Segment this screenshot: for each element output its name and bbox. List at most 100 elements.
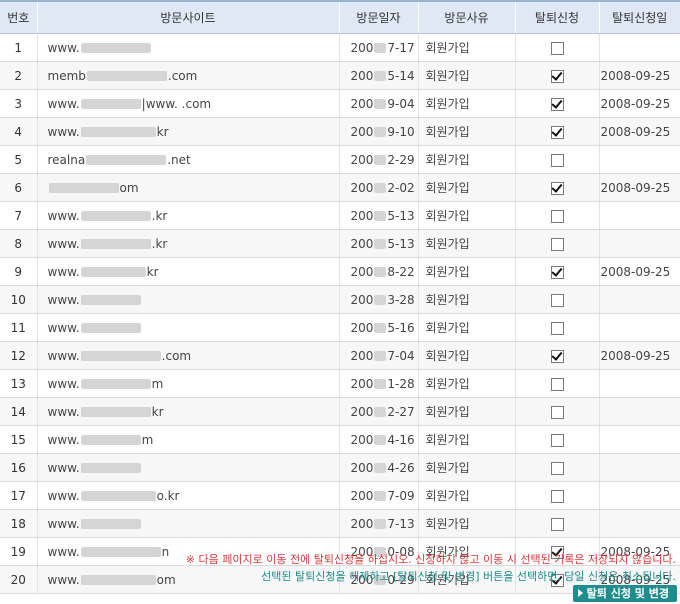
redacted-block <box>86 71 167 81</box>
row-number: 15 <box>0 425 37 454</box>
withdraw-checkbox-cell <box>514 341 599 370</box>
site-cell: www. .kr <box>36 229 339 258</box>
site-prefix: realna <box>47 152 86 167</box>
row-number: 13 <box>0 369 37 398</box>
visit-reason: 회원가입 <box>417 145 515 174</box>
withdraw-checkbox[interactable] <box>550 265 564 279</box>
redacted-block <box>80 491 156 501</box>
withdraw-date <box>598 229 680 258</box>
withdraw-date <box>598 425 680 454</box>
date-suffix: 5-14 <box>387 68 415 83</box>
withdraw-checkbox-cell <box>514 313 599 342</box>
notice-info: 선택된 탈퇴신청을 해제하고 [탈퇴신청 및 변경] 버튼을 선택하면, 당일 … <box>261 570 676 583</box>
visit-history-table: 번호 방문사이트 방문일자 방문사유 탈퇴신청 탈퇴신청일 1 www. 200 7-… <box>0 0 680 594</box>
site-cell: www. kr <box>36 117 339 146</box>
withdraw-checkbox[interactable] <box>550 489 564 503</box>
withdraw-checkbox[interactable] <box>550 125 564 139</box>
withdraw-checkbox-cell <box>514 229 599 258</box>
site-cell: www. kr <box>36 397 339 426</box>
redacted-block <box>80 295 141 305</box>
date-suffix: 1-28 <box>387 376 415 391</box>
site-suffix: .com <box>167 68 198 83</box>
withdraw-checkbox[interactable] <box>550 321 564 335</box>
table-row: 3 www. |www. .com 200 9-04 회원가입 2008-09-25 <box>0 89 680 118</box>
withdraw-checkbox[interactable] <box>550 405 564 419</box>
visit-reason: 회원가입 <box>417 61 515 90</box>
visit-reason: 회원가입 <box>417 341 515 370</box>
visit-date-cell: 200 7-04 <box>338 341 418 370</box>
site-suffix: .com <box>161 348 192 363</box>
withdraw-checkbox[interactable] <box>550 209 564 223</box>
visit-date-cell: 200 2-29 <box>338 145 418 174</box>
redacted-block <box>80 463 141 473</box>
withdraw-submit-button[interactable]: 탈퇴 신청 및 변경 <box>572 585 677 602</box>
date-suffix: 7-09 <box>387 488 415 503</box>
site-suffix: kr <box>146 264 159 279</box>
table-row: 17 www. o.kr 200 7-09 회원가입 <box>0 481 680 510</box>
site-cell: www. <box>36 313 339 342</box>
date-suffix: 5-16 <box>387 320 415 335</box>
date-prefix: 200 <box>350 180 374 195</box>
redacted-block <box>374 239 387 249</box>
visit-reason: 회원가입 <box>417 425 515 454</box>
site-prefix: www. <box>47 292 80 307</box>
withdraw-checkbox[interactable] <box>550 237 564 251</box>
withdraw-checkbox[interactable] <box>550 377 564 391</box>
withdraw-checkbox[interactable] <box>550 153 564 167</box>
withdraw-checkbox[interactable] <box>550 97 564 111</box>
col-header-reason: 방문사유 <box>417 0 515 34</box>
visit-reason: 회원가입 <box>417 285 515 314</box>
redacted-block <box>80 351 161 361</box>
withdraw-checkbox[interactable] <box>550 181 564 195</box>
redacted-block <box>374 519 387 529</box>
redacted-block <box>374 71 387 81</box>
withdraw-checkbox[interactable] <box>550 433 564 447</box>
withdraw-checkbox[interactable] <box>550 517 564 531</box>
visit-reason: 회원가입 <box>417 201 515 230</box>
withdraw-date <box>598 369 680 398</box>
row-number: 5 <box>0 145 37 174</box>
table-row: 10 www. 200 3-28 회원가입 <box>0 285 680 314</box>
withdraw-checkbox-cell <box>514 453 599 482</box>
withdraw-date <box>598 33 680 62</box>
site-prefix: www. <box>47 404 80 419</box>
visit-date-cell: 200 5-13 <box>338 229 418 258</box>
site-suffix: kr <box>156 124 169 139</box>
table-row: 5 realna .net 200 2-29 회원가입 <box>0 145 680 174</box>
visit-date-cell: 200 3-28 <box>338 285 418 314</box>
withdraw-date <box>598 397 680 426</box>
withdraw-submit-label: 탈퇴 신청 및 변경 <box>586 587 669 600</box>
redacted-block <box>80 323 141 333</box>
withdraw-checkbox[interactable] <box>550 293 564 307</box>
site-prefix: www. <box>47 544 80 559</box>
visit-reason: 회원가입 <box>417 481 515 510</box>
site-suffix: m <box>141 432 154 447</box>
redacted-block <box>80 211 151 221</box>
withdraw-checkbox-cell <box>514 173 599 202</box>
row-number: 18 <box>0 509 37 538</box>
visit-date-cell: 200 2-27 <box>338 397 418 426</box>
withdraw-date: 2008-09-25 <box>598 61 680 90</box>
withdraw-checkbox[interactable] <box>550 41 564 55</box>
withdraw-date <box>598 313 680 342</box>
date-prefix: 200 <box>350 460 374 475</box>
date-suffix: 8-22 <box>387 264 415 279</box>
table-row: 13 www. m 200 1-28 회원가입 <box>0 369 680 398</box>
date-prefix: 200 <box>350 152 374 167</box>
withdraw-checkbox[interactable] <box>550 69 564 83</box>
site-cell: www. m <box>36 425 339 454</box>
withdraw-checkbox[interactable] <box>550 461 564 475</box>
visit-reason: 회원가입 <box>417 397 515 426</box>
redacted-block <box>86 155 167 165</box>
redacted-block <box>80 99 141 109</box>
visit-date-cell: 200 5-13 <box>338 201 418 230</box>
visit-reason: 회원가입 <box>417 313 515 342</box>
row-number: 16 <box>0 453 37 482</box>
withdraw-checkbox-cell <box>514 425 599 454</box>
date-prefix: 200 <box>350 292 374 307</box>
withdraw-checkbox-cell <box>514 89 599 118</box>
date-suffix: 2-29 <box>387 152 415 167</box>
withdraw-checkbox[interactable] <box>550 349 564 363</box>
site-cell: www. <box>36 509 339 538</box>
redacted-block <box>374 267 387 277</box>
